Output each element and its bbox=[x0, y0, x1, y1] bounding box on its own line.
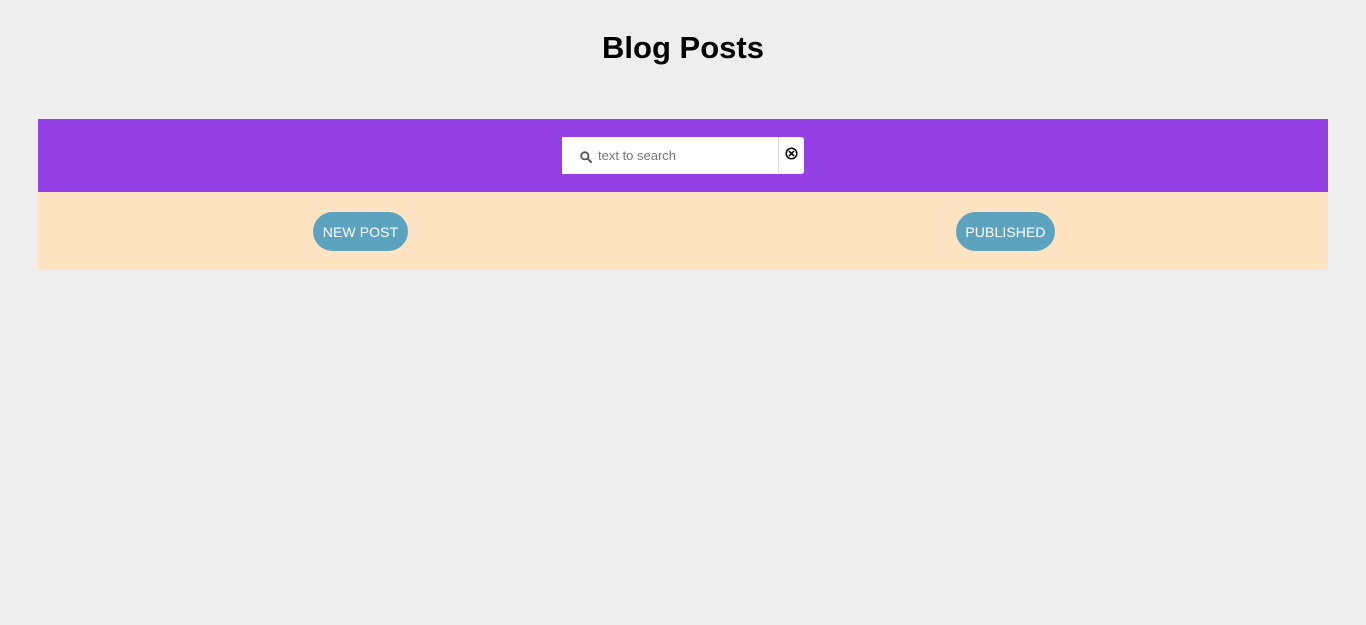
search-bar-section bbox=[38, 119, 1328, 192]
page-title: Blog Posts bbox=[602, 30, 764, 65]
published-button[interactable]: PUBLISHED bbox=[956, 212, 1055, 251]
circle-x-icon bbox=[785, 147, 798, 165]
search-input[interactable] bbox=[598, 137, 774, 174]
clear-search-button[interactable] bbox=[778, 137, 804, 174]
search-box bbox=[562, 137, 778, 174]
search-icon bbox=[580, 150, 592, 163]
new-post-button[interactable]: NEW POST bbox=[313, 212, 408, 251]
action-bar: NEW POST PUBLISHED bbox=[38, 192, 1328, 270]
